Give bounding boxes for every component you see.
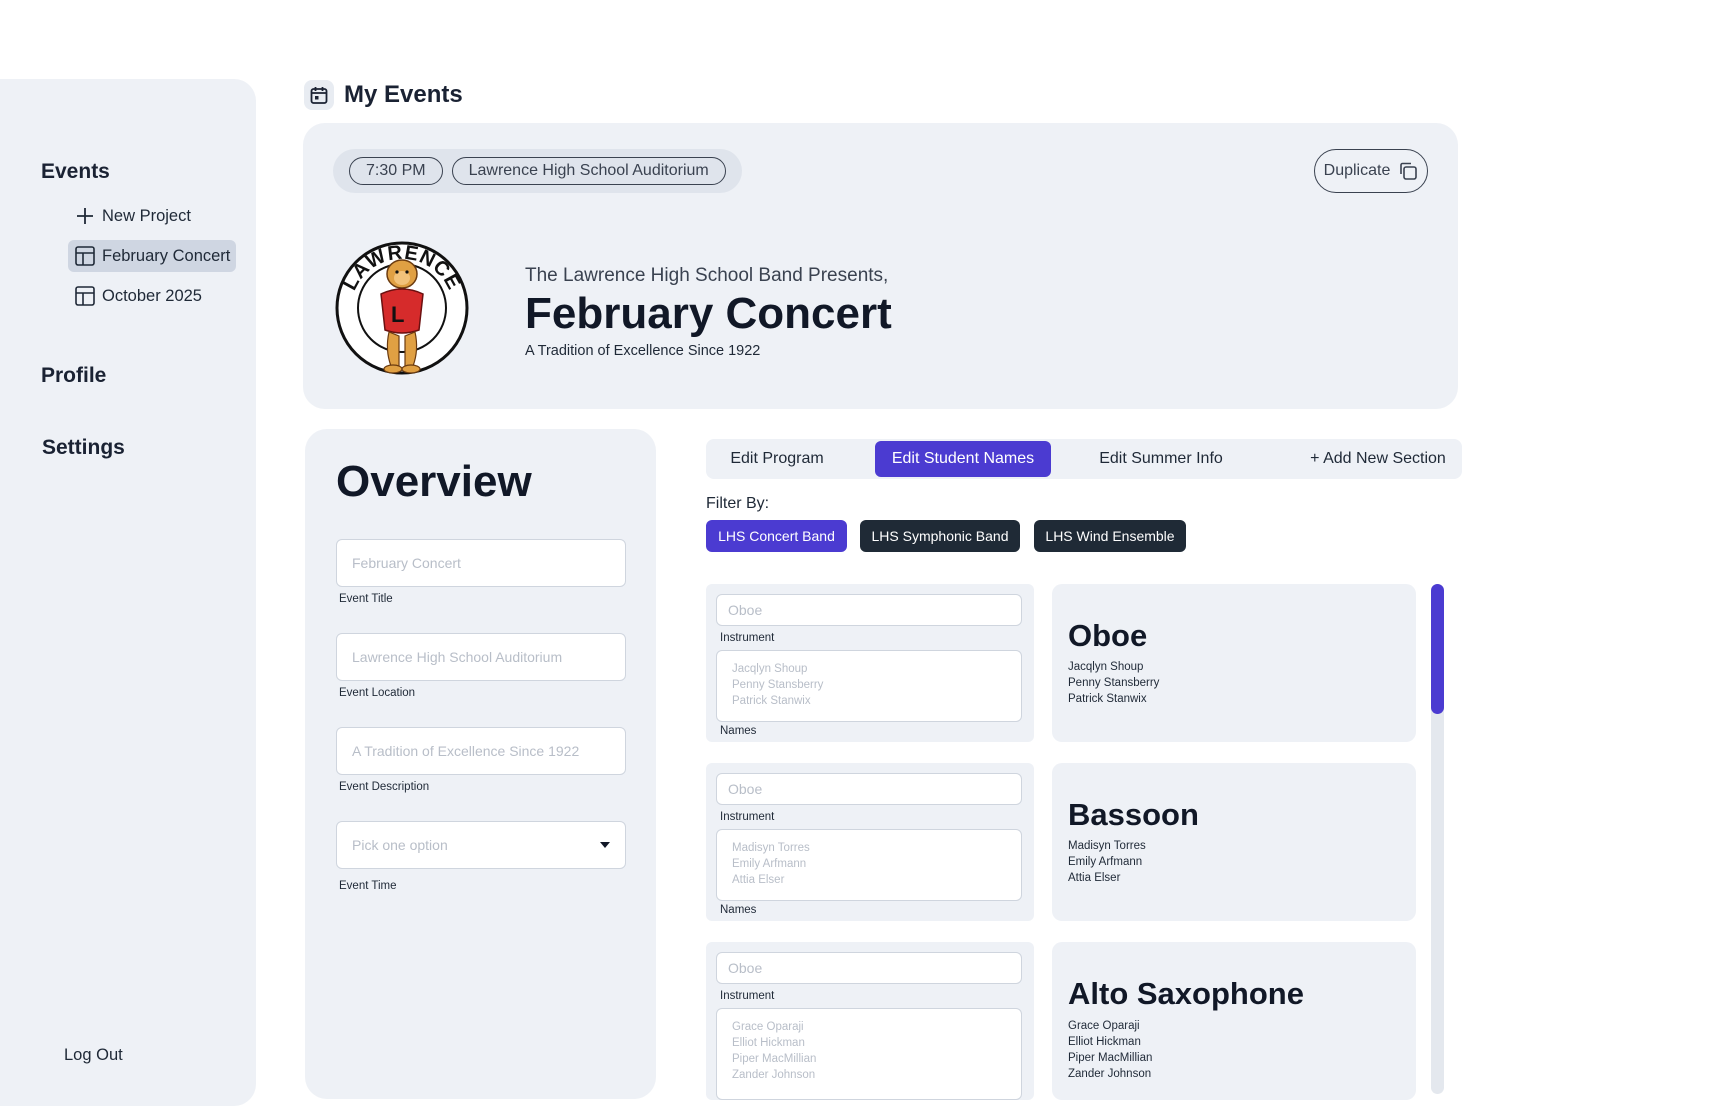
- duplicate-button[interactable]: Duplicate: [1314, 149, 1428, 193]
- duplicate-label: Duplicate: [1323, 162, 1391, 179]
- preview-name: Grace Oparaji: [1068, 1020, 1140, 1032]
- preview-title: Oboe: [1068, 618, 1148, 653]
- sidebar-heading-settings[interactable]: Settings: [42, 436, 125, 460]
- hero-title: February Concert: [525, 289, 892, 338]
- event-title-input[interactable]: February Concert: [336, 539, 626, 587]
- section-tabs: Edit Program Edit Student Names Edit Sum…: [706, 439, 1462, 479]
- filter-chip-concert-band[interactable]: LHS Concert Band: [706, 520, 847, 552]
- instrument-label: Instrument: [720, 811, 775, 823]
- event-time-label: Event Time: [339, 880, 397, 892]
- school-logo: LAWRENCE L: [335, 241, 469, 375]
- name-line: Zander Johnson: [732, 1069, 816, 1081]
- names-label: Names: [720, 904, 757, 916]
- preview-title: Alto Saxophone: [1068, 976, 1304, 1011]
- event-description-label: Event Description: [339, 781, 430, 793]
- time-pill: 7:30 PM: [349, 157, 443, 185]
- caret-down-icon: [600, 842, 610, 848]
- preview-name: Emily Arfmann: [1068, 856, 1143, 868]
- table-icon: [75, 286, 95, 306]
- preview-names: Madisyn Torres Emily Arfmann Attia Elser: [1068, 838, 1146, 886]
- names-textarea[interactable]: Grace Oparaji Elliot Hickman Piper MacMi…: [716, 1008, 1022, 1100]
- instrument-label: Instrument: [720, 990, 775, 1002]
- names-textarea[interactable]: Madisyn Torres Emily Arfmann Attia Elser: [716, 829, 1022, 901]
- sidebar-heading-profile[interactable]: Profile: [41, 364, 106, 388]
- instrument-input[interactable]: Oboe: [716, 773, 1022, 805]
- name-line: Grace Oparaji: [732, 1021, 804, 1033]
- filter-label: Filter By:: [706, 495, 770, 512]
- sidebar-item-label: February Concert: [102, 246, 231, 265]
- tab-edit-student-names[interactable]: Edit Student Names: [875, 441, 1051, 477]
- name-line: Jacqlyn Shoup: [732, 663, 808, 675]
- sidebar-item-october-2025[interactable]: October 2025: [68, 280, 208, 312]
- preview-name: Patrick Stanwix: [1068, 693, 1147, 705]
- filter-chip-wind-ensemble[interactable]: LHS Wind Ensemble: [1034, 520, 1186, 552]
- sidebar: Events New Project February Concert Octo…: [0, 79, 256, 1106]
- name-line: Elliot Hickman: [732, 1037, 805, 1049]
- preview-title: Bassoon: [1068, 797, 1199, 832]
- page-title-text: My Events: [344, 81, 463, 108]
- event-hero-card: 7:30 PM Lawrence High School Auditorium …: [303, 123, 1458, 409]
- scrollbar-thumb[interactable]: [1431, 584, 1444, 714]
- sidebar-item-label: New Project: [102, 206, 191, 225]
- overview-panel: Overview February Concert Event Title La…: [305, 429, 656, 1099]
- preview-names: Jacqlyn Shoup Penny Stansberry Patrick S…: [1068, 659, 1159, 707]
- name-line: Madisyn Torres: [732, 842, 810, 854]
- name-line: Emily Arfmann: [732, 858, 807, 870]
- preview-name: Zander Johnson: [1068, 1068, 1152, 1080]
- preview-names: Grace Oparaji Elliot Hickman Piper MacMi…: [1068, 1018, 1152, 1082]
- tab-edit-summer-info[interactable]: Edit Summer Info: [1090, 441, 1232, 477]
- event-time-placeholder: Pick one option: [352, 837, 448, 853]
- section-preview: Alto Saxophone Grace Oparaji Elliot Hick…: [1052, 942, 1416, 1100]
- section-editor: Oboe Instrument Madisyn Torres Emily Arf…: [706, 763, 1034, 921]
- section-editor: Oboe Instrument Jacqlyn Shoup Penny Stan…: [706, 584, 1034, 742]
- instrument-label: Instrument: [720, 632, 775, 644]
- preview-name: Elliot Hickman: [1068, 1036, 1141, 1048]
- tab-add-new-section[interactable]: + Add New Section: [1300, 441, 1456, 477]
- names-textarea[interactable]: Jacqlyn Shoup Penny Stansberry Patrick S…: [716, 650, 1022, 722]
- calendar-icon: [304, 80, 334, 110]
- name-line: Piper MacMillian: [732, 1053, 817, 1065]
- preview-name: Jacqlyn Shoup: [1068, 661, 1144, 673]
- preview-name: Madisyn Torres: [1068, 840, 1146, 852]
- name-line: Attia Elser: [732, 874, 785, 886]
- hero-presents: The Lawrence High School Band Presents,: [525, 265, 889, 286]
- event-location-placeholder: Lawrence High School Auditorium: [352, 649, 563, 665]
- sidebar-item-label: October 2025: [102, 286, 202, 305]
- event-description-input[interactable]: A Tradition of Excellence Since 1922: [336, 727, 626, 775]
- overview-title: Overview: [336, 457, 532, 506]
- preview-name: Piper MacMillian: [1068, 1052, 1153, 1064]
- sidebar-item-february-concert[interactable]: February Concert: [68, 240, 237, 272]
- names-label: Names: [720, 725, 757, 737]
- svg-text:L: L: [391, 302, 404, 327]
- instrument-input[interactable]: Oboe: [716, 952, 1022, 984]
- event-location-input[interactable]: Lawrence High School Auditorium: [336, 633, 626, 681]
- sidebar-heading-events[interactable]: Events: [41, 160, 110, 184]
- page-title: My Events: [304, 80, 463, 110]
- section-editor: Oboe Instrument Grace Oparaji Elliot Hic…: [706, 942, 1034, 1100]
- tab-edit-program[interactable]: Edit Program: [712, 441, 842, 477]
- section-preview: Oboe Jacqlyn Shoup Penny Stansberry Patr…: [1052, 584, 1416, 742]
- section-preview: Bassoon Madisyn Torres Emily Arfmann Att…: [1052, 763, 1416, 921]
- preview-name: Penny Stansberry: [1068, 677, 1160, 689]
- table-icon: [75, 246, 95, 266]
- event-meta-pills: 7:30 PM Lawrence High School Auditorium: [333, 149, 742, 193]
- name-line: Penny Stansberry: [732, 679, 824, 691]
- hero-description: A Tradition of Excellence Since 1922: [525, 343, 761, 359]
- location-pill: Lawrence High School Auditorium: [451, 157, 726, 185]
- name-line: Patrick Stanwix: [732, 695, 811, 707]
- logout-link[interactable]: Log Out: [64, 1046, 123, 1065]
- preview-name: Attia Elser: [1068, 872, 1121, 884]
- plus-icon: [77, 208, 93, 224]
- event-title-placeholder: February Concert: [352, 555, 461, 571]
- filter-chip-symphonic-band[interactable]: LHS Symphonic Band: [860, 520, 1020, 552]
- event-description-placeholder: A Tradition of Excellence Since 1922: [352, 743, 580, 759]
- event-location-label: Event Location: [339, 687, 416, 699]
- event-title-label: Event Title: [339, 593, 393, 605]
- event-time-select[interactable]: Pick one option: [336, 821, 626, 869]
- instrument-input[interactable]: Oboe: [716, 594, 1022, 626]
- sections-scrollbar[interactable]: [1431, 584, 1444, 1094]
- sidebar-item-new-project[interactable]: New Project: [68, 200, 197, 232]
- copy-icon: [1400, 162, 1418, 180]
